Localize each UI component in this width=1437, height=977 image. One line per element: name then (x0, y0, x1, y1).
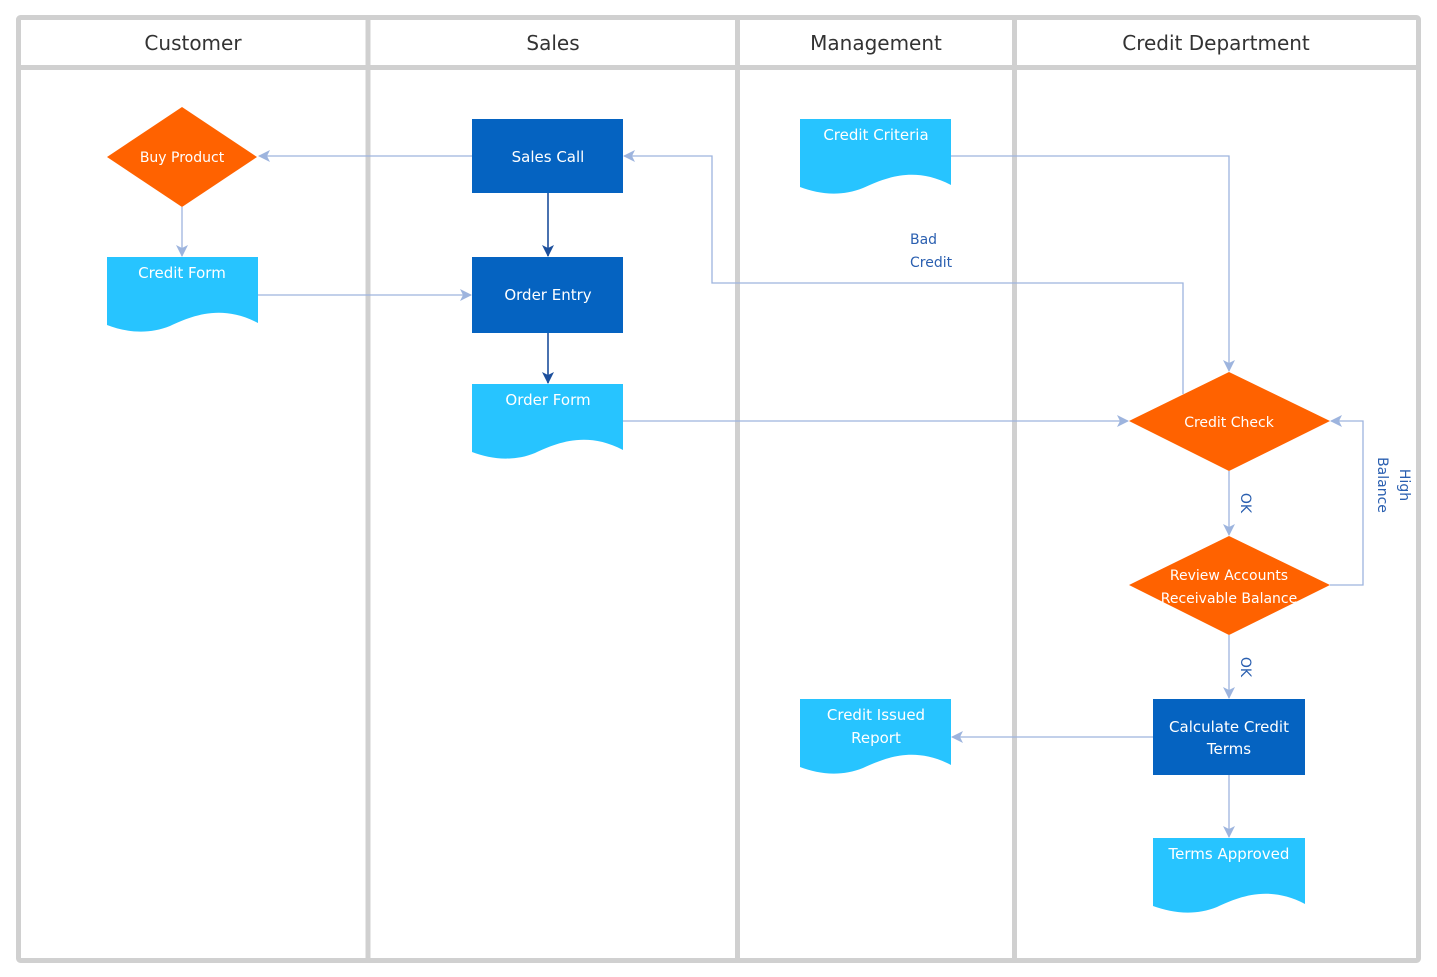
node-label-line1: Credit Issued (827, 706, 925, 724)
node-label: Order Entry (504, 286, 591, 304)
node-label: Credit Form (138, 264, 226, 282)
node-credit-form[interactable]: Credit Form (107, 257, 258, 332)
edge-label-ok-review-ar: OK (1237, 657, 1253, 678)
node-label: Buy Product (140, 150, 225, 166)
edge-label-high-balance-line1: High (1396, 469, 1412, 501)
node-credit-criteria[interactable]: Credit Criteria (800, 119, 951, 194)
lane-header-sales: Sales (526, 31, 579, 55)
cross-functional-flowchart: Customer Sales Management Credit Departm… (16, 15, 1421, 963)
node-sales-call[interactable]: Sales Call (472, 119, 623, 193)
decision-shape (1129, 536, 1330, 635)
lane-header-credit-department: Credit Department (1122, 31, 1310, 55)
edge-label-high-balance-line2: Balance (1374, 457, 1390, 513)
node-label: Terms Approved (1168, 845, 1290, 863)
node-label: Credit Criteria (823, 126, 928, 144)
node-review-accounts-receivable[interactable]: Review Accounts Receivable Balance (1129, 536, 1330, 635)
node-label-line2: Report (851, 729, 901, 747)
node-buy-product[interactable]: Buy Product (107, 107, 257, 207)
lane-header-customer: Customer (144, 31, 242, 55)
edge-label-bad-credit-line2: Credit (910, 255, 953, 271)
node-label-line2: Receivable Balance (1161, 591, 1297, 607)
process-shape (1153, 699, 1305, 775)
node-order-entry[interactable]: Order Entry (472, 257, 623, 333)
edge-high-balance-to-credit-check (1330, 415, 1364, 586)
edge-label-ok-credit-check: OK (1237, 493, 1253, 514)
edge-label-bad-credit-line1: Bad (910, 232, 937, 248)
node-order-form[interactable]: Order Form (472, 384, 623, 459)
node-credit-check[interactable]: Credit Check (1129, 372, 1330, 471)
node-calculate-credit-terms[interactable]: Calculate Credit Terms (1153, 699, 1305, 775)
node-label: Credit Check (1184, 415, 1275, 431)
node-label: Sales Call (512, 148, 585, 166)
node-credit-issued-report[interactable]: Credit Issued Report (800, 699, 951, 774)
edge-bad-credit-to-sales-call (623, 150, 1184, 394)
edge-credit-criteria-to-credit-check (951, 155, 1235, 372)
lane-header-management: Management (810, 31, 942, 55)
node-label-line1: Calculate Credit (1169, 718, 1289, 736)
node-label-line2: Terms (1206, 740, 1251, 758)
node-label: Order Form (505, 391, 590, 409)
node-label-line1: Review Accounts (1170, 568, 1288, 584)
node-terms-approved[interactable]: Terms Approved (1153, 838, 1305, 913)
